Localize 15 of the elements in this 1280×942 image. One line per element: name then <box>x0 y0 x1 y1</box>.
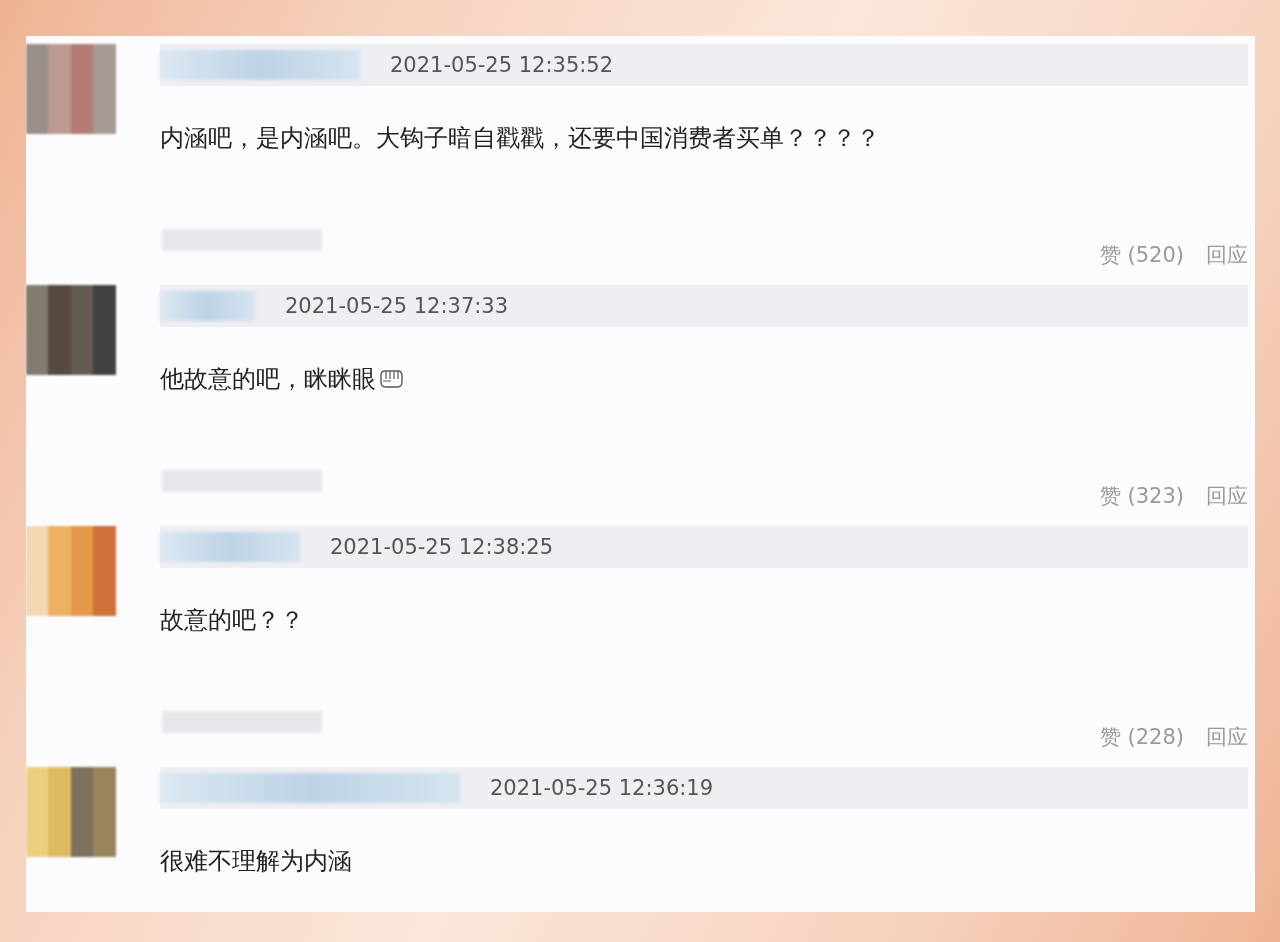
like-link[interactable]: 赞 (323) <box>1099 482 1184 510</box>
comment-timestamp: 2021-05-25 12:35:52 <box>390 53 614 77</box>
reply-link[interactable]: 回应 <box>1206 241 1248 269</box>
comment-text: 内涵吧，是内涵吧。大钩子暗自戳戳，还要中国消费者买单？？？？ <box>160 123 880 154</box>
comment-text: 他故意的吧，眯眯眼 <box>160 364 376 395</box>
comment-text: 很难不理解为内涵 <box>160 846 352 877</box>
reply-link[interactable]: 回应 <box>1206 482 1248 510</box>
comment-timestamp: 2021-05-25 12:36:19 <box>490 776 714 800</box>
fist-emoji-icon <box>378 369 404 389</box>
comment-text: 故意的吧？？ <box>160 605 304 636</box>
reply-link[interactable]: 回应 <box>1206 723 1248 751</box>
comment-timestamp: 2021-05-25 12:38:25 <box>330 535 554 559</box>
like-link[interactable]: 赞 (228) <box>1099 723 1184 751</box>
comment-timestamp: 2021-05-25 12:37:33 <box>285 294 509 318</box>
like-link[interactable]: 赞 (520) <box>1099 241 1184 269</box>
